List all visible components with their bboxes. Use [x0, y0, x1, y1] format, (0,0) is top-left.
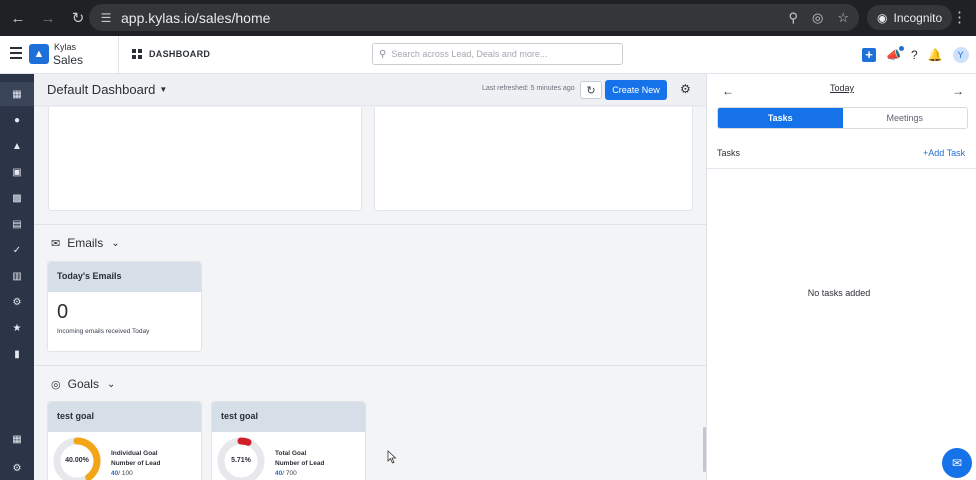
widget-card	[48, 107, 362, 211]
email-count: 0	[57, 301, 69, 323]
apps-grid-icon[interactable]: ▦	[0, 427, 34, 451]
goals-section-title: Goals	[67, 377, 99, 391]
incognito-indicator[interactable]: ◉ Incognito	[867, 5, 953, 30]
quick-add-button[interactable]: +	[862, 48, 876, 62]
companies-icon[interactable]: ▩	[0, 186, 34, 210]
tasks-icon[interactable]: ✓	[0, 238, 34, 262]
url-text[interactable]: app.kylas.io/sales/home	[121, 10, 270, 26]
goal-type: Total Goal	[275, 450, 307, 457]
section-divider	[34, 224, 706, 225]
notifications-bell-icon[interactable]: 🔔	[928, 48, 943, 62]
agenda-date[interactable]: Today	[707, 83, 976, 93]
todays-emails-card[interactable]: Today's Emails 0 Incoming emails receive…	[47, 261, 202, 352]
chat-icon: ✉	[951, 456, 963, 470]
marketing-icon[interactable]: ★	[0, 316, 34, 340]
global-search[interactable]: ⚲	[372, 43, 623, 65]
divider	[118, 36, 119, 74]
chat-support-button[interactable]: ✉	[942, 448, 972, 478]
dashboard-name[interactable]: Default Dashboard	[47, 82, 155, 97]
next-day-arrow-icon[interactable]: →	[952, 84, 964, 98]
goal-type: Individual Goal	[111, 450, 158, 457]
address-bar[interactable]: ☰ app.kylas.io/sales/home ⚲ ◎ ☆	[89, 4, 859, 31]
goal-card[interactable]: test goal 40.00% Individual Goal Number …	[47, 401, 202, 480]
menu-icon[interactable]: ⋮	[952, 8, 967, 26]
browser-toolbar: ← → ↻ ☰ app.kylas.io/sales/home ⚲ ◎ ☆ ◉ …	[0, 0, 976, 36]
announcements-icon[interactable]: 📣	[886, 46, 904, 62]
brand-name: Kylas	[54, 42, 77, 52]
zoom-icon[interactable]: ⚲	[788, 10, 798, 26]
dashboard-settings-icon[interactable]: ⚙	[680, 82, 691, 96]
mouse-cursor-icon	[387, 450, 397, 464]
target-icon: ◎	[51, 378, 61, 391]
chevron-down-icon[interactable]: ⌄	[111, 238, 119, 249]
app-header: ▲ Kylas Sales DASHBOARD ⚲ + 📣 ? 🔔 Y	[0, 36, 976, 74]
goal-title: test goal	[212, 402, 365, 432]
page-title: DASHBOARD	[149, 49, 211, 59]
goals-section-header[interactable]: ◎ Goals ⌄	[51, 377, 115, 391]
chevron-down-icon[interactable]: ⌄	[107, 379, 115, 390]
section-divider	[34, 365, 706, 366]
help-icon[interactable]: ?	[911, 48, 918, 62]
refresh-button[interactable]: ↻	[580, 81, 602, 99]
calendar-icon[interactable]: ▥	[0, 264, 34, 288]
eye-off-icon[interactable]: ◎	[812, 10, 823, 26]
goal-percent: 40.00%	[65, 457, 89, 464]
workflow-icon[interactable]: ⚙	[0, 290, 34, 314]
goal-title: test goal	[48, 402, 201, 432]
avatar[interactable]: Y	[952, 47, 969, 63]
incognito-label: Incognito	[893, 10, 943, 25]
back-icon[interactable]: ←	[6, 6, 30, 30]
search-input[interactable]	[391, 49, 612, 59]
caret-down-icon[interactable]: ▼	[159, 85, 167, 94]
notes-icon[interactable]: ▤	[0, 212, 34, 236]
empty-state-message: No tasks added	[807, 288, 871, 298]
emails-section-header[interactable]: ✉ Emails ⌄	[51, 236, 120, 250]
dashboard-content: ✉ Emails ⌄ Today's Emails 0 Incoming ema…	[34, 107, 706, 480]
dashboard-toolbar: Default Dashboard ▼ Last refreshed: 5 min…	[34, 74, 706, 106]
tasks-heading: Tasks	[717, 148, 741, 158]
reports-icon[interactable]: ▮	[0, 342, 34, 366]
refresh-icon: ↻	[586, 84, 596, 97]
reload-icon[interactable]: ↻	[66, 6, 90, 30]
left-sidebar: ▦ ● ▲ ▣ ▩ ▤ ✓ ▥ ⚙ ★ ▮ ▦ ⚙	[0, 74, 34, 480]
create-new-button[interactable]: Create New	[605, 80, 667, 100]
leads-icon[interactable]: ▲	[0, 134, 34, 158]
product-name: Sales	[53, 53, 84, 67]
goal-card[interactable]: test goal 5.71% Total Goal Number of Lea…	[211, 401, 366, 480]
deals-icon[interactable]: ▣	[0, 160, 34, 184]
star-icon[interactable]: ☆	[837, 10, 849, 26]
dashboard-icon	[132, 49, 142, 59]
last-refreshed-text: Last refreshed: 5 minutes ago	[482, 85, 575, 92]
contacts-icon[interactable]: ●	[0, 108, 34, 132]
envelope-icon: ✉	[51, 237, 61, 250]
incognito-icon: ◉	[877, 10, 888, 25]
forward-icon[interactable]: →	[36, 6, 60, 30]
divider	[707, 168, 976, 169]
goal-target: / 700	[282, 470, 297, 477]
agenda-tabs: Tasks Meetings	[717, 107, 968, 129]
kylas-logo[interactable]: ▲	[29, 44, 49, 64]
card-title: Today's Emails	[48, 262, 201, 292]
emails-section-title: Emails	[67, 236, 104, 250]
dashboard-icon[interactable]: ▦	[0, 82, 34, 106]
card-subtitle: Incoming emails received Today	[57, 328, 150, 335]
add-task-label[interactable]: Add Task	[928, 148, 965, 158]
add-task-button[interactable]: +Add Task	[923, 148, 965, 158]
agenda-panel: ← Today → Tasks Meetings Tasks +Add Task…	[706, 74, 976, 480]
goal-metric: Number of Lead	[275, 460, 325, 467]
tab-tasks[interactable]: Tasks	[718, 108, 843, 128]
search-icon: ⚲	[379, 48, 387, 60]
site-settings-icon[interactable]: ☰	[93, 11, 119, 25]
goal-percent: 5.71%	[231, 457, 251, 464]
hamburger-menu-icon[interactable]	[10, 47, 22, 61]
widget-card	[374, 107, 693, 211]
tab-meetings[interactable]: Meetings	[842, 108, 967, 128]
settings-icon[interactable]: ⚙	[0, 456, 34, 480]
goal-metric: Number of Lead	[111, 460, 161, 467]
dashboard-selector[interactable]: Default Dashboard ▼	[47, 82, 167, 97]
goal-target: / 100	[118, 470, 133, 477]
